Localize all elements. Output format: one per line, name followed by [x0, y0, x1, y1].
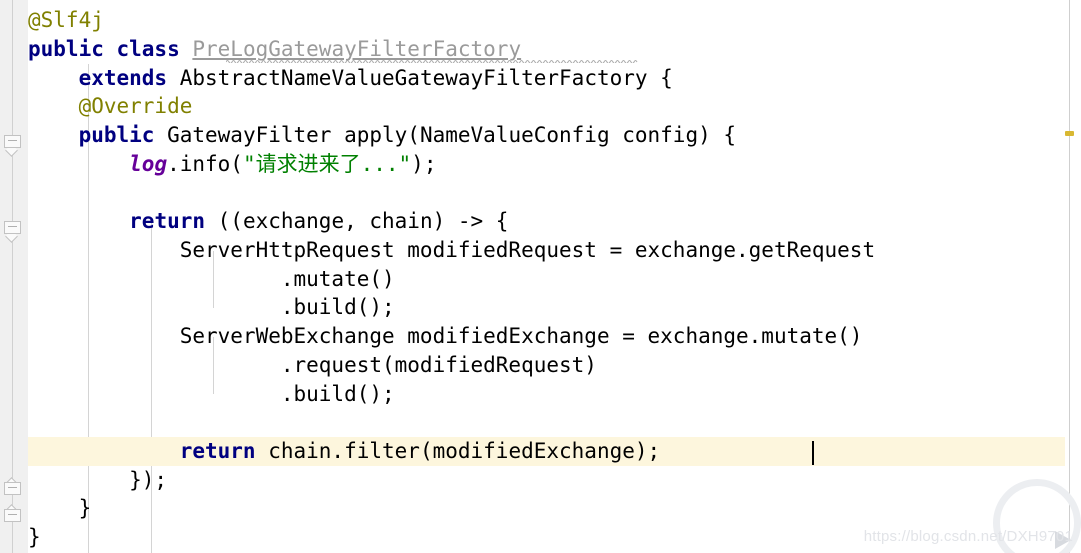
fold-marker-body [4, 221, 21, 234]
code-line[interactable]: log.info("请求进来了..."); [28, 150, 1065, 179]
code-line-text: ServerWebExchange modifiedExchange = exc… [28, 324, 863, 348]
fold-marker-minus-icon [8, 487, 17, 488]
token-kw: extends [78, 66, 168, 90]
code-line[interactable]: }); [28, 466, 1065, 495]
code-line[interactable]: .mutate() [28, 265, 1065, 294]
code-line-text: ServerHttpRequest modifiedRequest = exch… [28, 238, 875, 262]
code-editor[interactable]: @Slf4j public class PreLogGatewayFilterFa… [0, 0, 1081, 553]
token-kw: return [179, 439, 256, 463]
token-str: "请求进来了..." [242, 152, 412, 176]
token-anno: @Slf4j [28, 8, 104, 32]
token-plain: } [28, 496, 92, 520]
fold-marker-minus-icon [8, 140, 17, 141]
token-plain: chain.filter(modifiedExchange); [255, 439, 661, 463]
code-line[interactable]: .request(modifiedRequest) [28, 351, 1065, 380]
code-line[interactable]: .build(); [28, 293, 1065, 322]
token-plain: ServerWebExchange modifiedExchange = exc… [28, 324, 863, 348]
fold-marker-body [4, 482, 21, 495]
token-plain: GatewayFilter apply(NameValueConfig conf… [154, 123, 737, 147]
code-line-text: return chain.filter(modifiedExchange); [28, 439, 660, 463]
editor-scrollbar[interactable] [1065, 0, 1081, 553]
token-plain: .build(); [28, 295, 395, 319]
token-kw: public [78, 123, 155, 147]
token-clsname: PreLogGatewayFilterFactory [192, 37, 522, 61]
code-line[interactable]: return chain.filter(modifiedExchange); [28, 437, 1065, 466]
code-line-text: return ((exchange, chain) -> { [28, 209, 508, 233]
gutter-rail [12, 0, 13, 553]
fold-marker-collapse-4[interactable] [4, 504, 21, 522]
code-line[interactable] [28, 408, 1065, 437]
fold-marker-collapse-1[interactable] [4, 135, 21, 157]
fold-marker-body [4, 509, 21, 522]
token-plain: .mutate() [28, 267, 395, 291]
token-plain: ); [411, 152, 437, 176]
code-line[interactable]: ServerWebExchange modifiedExchange = exc… [28, 322, 1065, 351]
text-caret [812, 441, 814, 465]
code-line-text: extends AbstractNameValueGatewayFilterFa… [28, 66, 673, 90]
token-plain: ServerHttpRequest modifiedRequest = exch… [28, 238, 876, 262]
code-line-text: .build(); [28, 295, 395, 319]
fold-marker-minus-icon [8, 514, 17, 515]
code-line-text: } [28, 496, 92, 520]
watermark-url: https://blog.csdn.net/DXH9701 [863, 528, 1073, 545]
code-area[interactable]: @Slf4j public class PreLogGatewayFilterFa… [28, 0, 1065, 553]
code-line-text: log.info("请求进来了..."); [28, 152, 436, 176]
code-line-text: @Slf4j [28, 8, 104, 32]
token-fld: log [129, 152, 168, 176]
token-plain: .info( [167, 152, 243, 176]
code-line[interactable]: extends AbstractNameValueGatewayFilterFa… [28, 64, 1065, 93]
fold-marker-body [4, 135, 21, 148]
fold-marker-collapse-2[interactable] [4, 221, 21, 243]
token-kw: return [129, 209, 206, 233]
fold-marker-collapse-3[interactable] [4, 477, 21, 495]
fold-marker-minus-icon [8, 226, 17, 227]
code-line[interactable]: @Slf4j [28, 6, 1065, 35]
token-plain: .request(modifiedRequest) [28, 353, 597, 377]
token-plain: ((exchange, chain) -> { [205, 209, 509, 233]
code-line[interactable]: public GatewayFilter apply(NameValueConf… [28, 121, 1065, 150]
token-plain: }); [28, 468, 168, 492]
token-kw: public class [28, 37, 193, 61]
token-plain: AbstractNameValueGatewayFilterFactory { [167, 66, 673, 90]
scrollbar-rule [1069, 0, 1070, 553]
warning-stripe-marker[interactable] [1065, 131, 1074, 136]
code-line[interactable]: ServerHttpRequest modifiedRequest = exch… [28, 236, 1065, 265]
code-line[interactable]: .build(); [28, 380, 1065, 409]
token-plain: .build(); [28, 382, 395, 406]
editor-gutter[interactable] [0, 0, 28, 553]
code-line-text: public GatewayFilter apply(NameValueConf… [28, 123, 736, 147]
code-line-text: .build(); [28, 382, 395, 406]
code-line-text: }); [28, 468, 167, 492]
code-line[interactable]: @Override [28, 92, 1065, 121]
code-line-text: public class PreLogGatewayFilterFactory [28, 37, 521, 61]
code-line-text: .mutate() [28, 267, 395, 291]
code-line-text: } [28, 525, 41, 549]
code-line-text: @Override [28, 94, 193, 118]
token-plain: } [28, 525, 41, 549]
error-wavy-underline [226, 59, 638, 63]
code-line[interactable]: } [28, 494, 1065, 523]
token-anno: @Override [78, 94, 193, 118]
code-line[interactable] [28, 179, 1065, 208]
code-line[interactable]: return ((exchange, chain) -> { [28, 207, 1065, 236]
code-line-text: .request(modifiedRequest) [28, 353, 597, 377]
